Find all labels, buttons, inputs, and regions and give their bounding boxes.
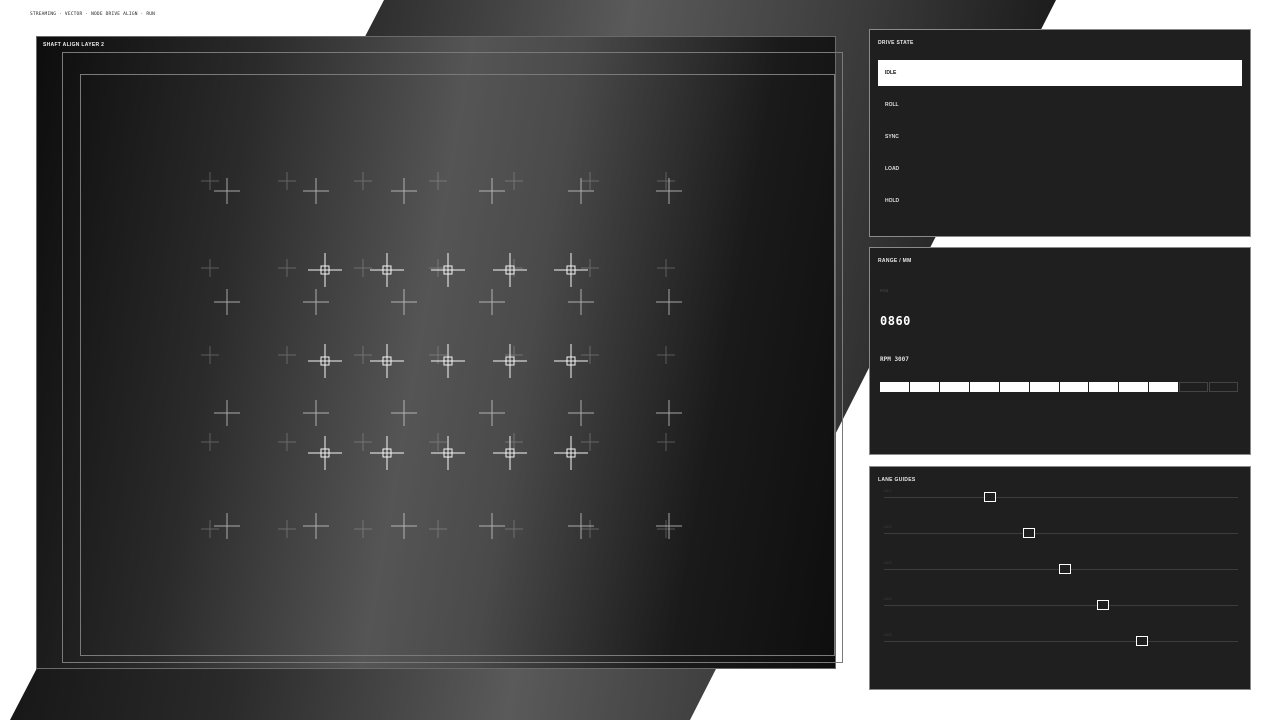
lane-label: LN 1: [884, 489, 892, 493]
range-segment: [999, 382, 1029, 392]
drive-state-option-label: SYNC: [885, 134, 899, 140]
drive-state-option-label: IDLE: [885, 70, 897, 76]
lane-track[interactable]: [884, 605, 1238, 606]
drive-state-option-load[interactable]: LOAD: [878, 156, 1242, 182]
lane-label: LN 4: [884, 597, 892, 601]
lane-handle[interactable]: [1023, 528, 1036, 538]
range-panel: RANGE / MM POS 0860 RPM 3007: [869, 247, 1251, 455]
drive-state-option-idle[interactable]: IDLE: [878, 60, 1242, 86]
lane-label: LN 5: [884, 633, 892, 637]
range-segment: [1209, 382, 1239, 392]
drive-state-option-sync[interactable]: SYNC: [878, 124, 1242, 150]
layer-frame-inner: [80, 74, 835, 656]
lane-handle[interactable]: [984, 492, 997, 502]
range-small-label: POS: [880, 288, 889, 293]
range-segment: [1059, 382, 1089, 392]
range-segment: [1089, 382, 1119, 392]
lane-handle[interactable]: [1097, 600, 1110, 610]
lane-track[interactable]: [884, 641, 1238, 642]
lane-handle[interactable]: [1058, 564, 1071, 574]
drive-state-option-roll[interactable]: ROLL: [878, 92, 1242, 118]
range-segment: [939, 382, 969, 392]
lane-label: LN 2: [884, 525, 892, 529]
drive-state-option-label: HOLD: [885, 198, 900, 204]
lane-track[interactable]: [884, 533, 1238, 534]
range-segment: [1029, 382, 1059, 392]
lane-track[interactable]: [884, 497, 1238, 498]
lane-guides-panel: LANE GUIDES LN 1 LN 2 LN 3 LN 4 LN 5: [869, 466, 1251, 690]
drive-state-option-label: ROLL: [885, 102, 899, 108]
range-segment: [909, 382, 939, 392]
lane-handle[interactable]: [1136, 636, 1149, 646]
range-segment: [880, 382, 909, 392]
range-segment: [1179, 382, 1209, 392]
drive-state-option-hold[interactable]: HOLD: [878, 188, 1242, 214]
lane-label: LN 3: [884, 561, 892, 565]
drive-state-title: DRIVE STATE: [878, 40, 914, 46]
rpm-readout: RPM 3007: [880, 356, 909, 363]
range-title: RANGE / MM: [878, 258, 912, 264]
range-segment: [969, 382, 999, 392]
viewport-title: SHAFT ALIGN LAYER 2: [43, 42, 105, 48]
lane-guides-title: LANE GUIDES: [878, 477, 916, 483]
range-segment: [1149, 382, 1179, 392]
status-line: STREAMING · VECTOR · NODE DRIVE ALIGN · …: [30, 12, 156, 17]
range-value: 0860: [880, 314, 911, 328]
drive-state-panel: DRIVE STATE IDLE ROLL SYNC LOAD HOLD: [869, 29, 1251, 237]
range-segment-bar: [880, 382, 1239, 392]
range-segment: [1119, 382, 1149, 392]
drive-state-option-label: LOAD: [885, 166, 900, 172]
